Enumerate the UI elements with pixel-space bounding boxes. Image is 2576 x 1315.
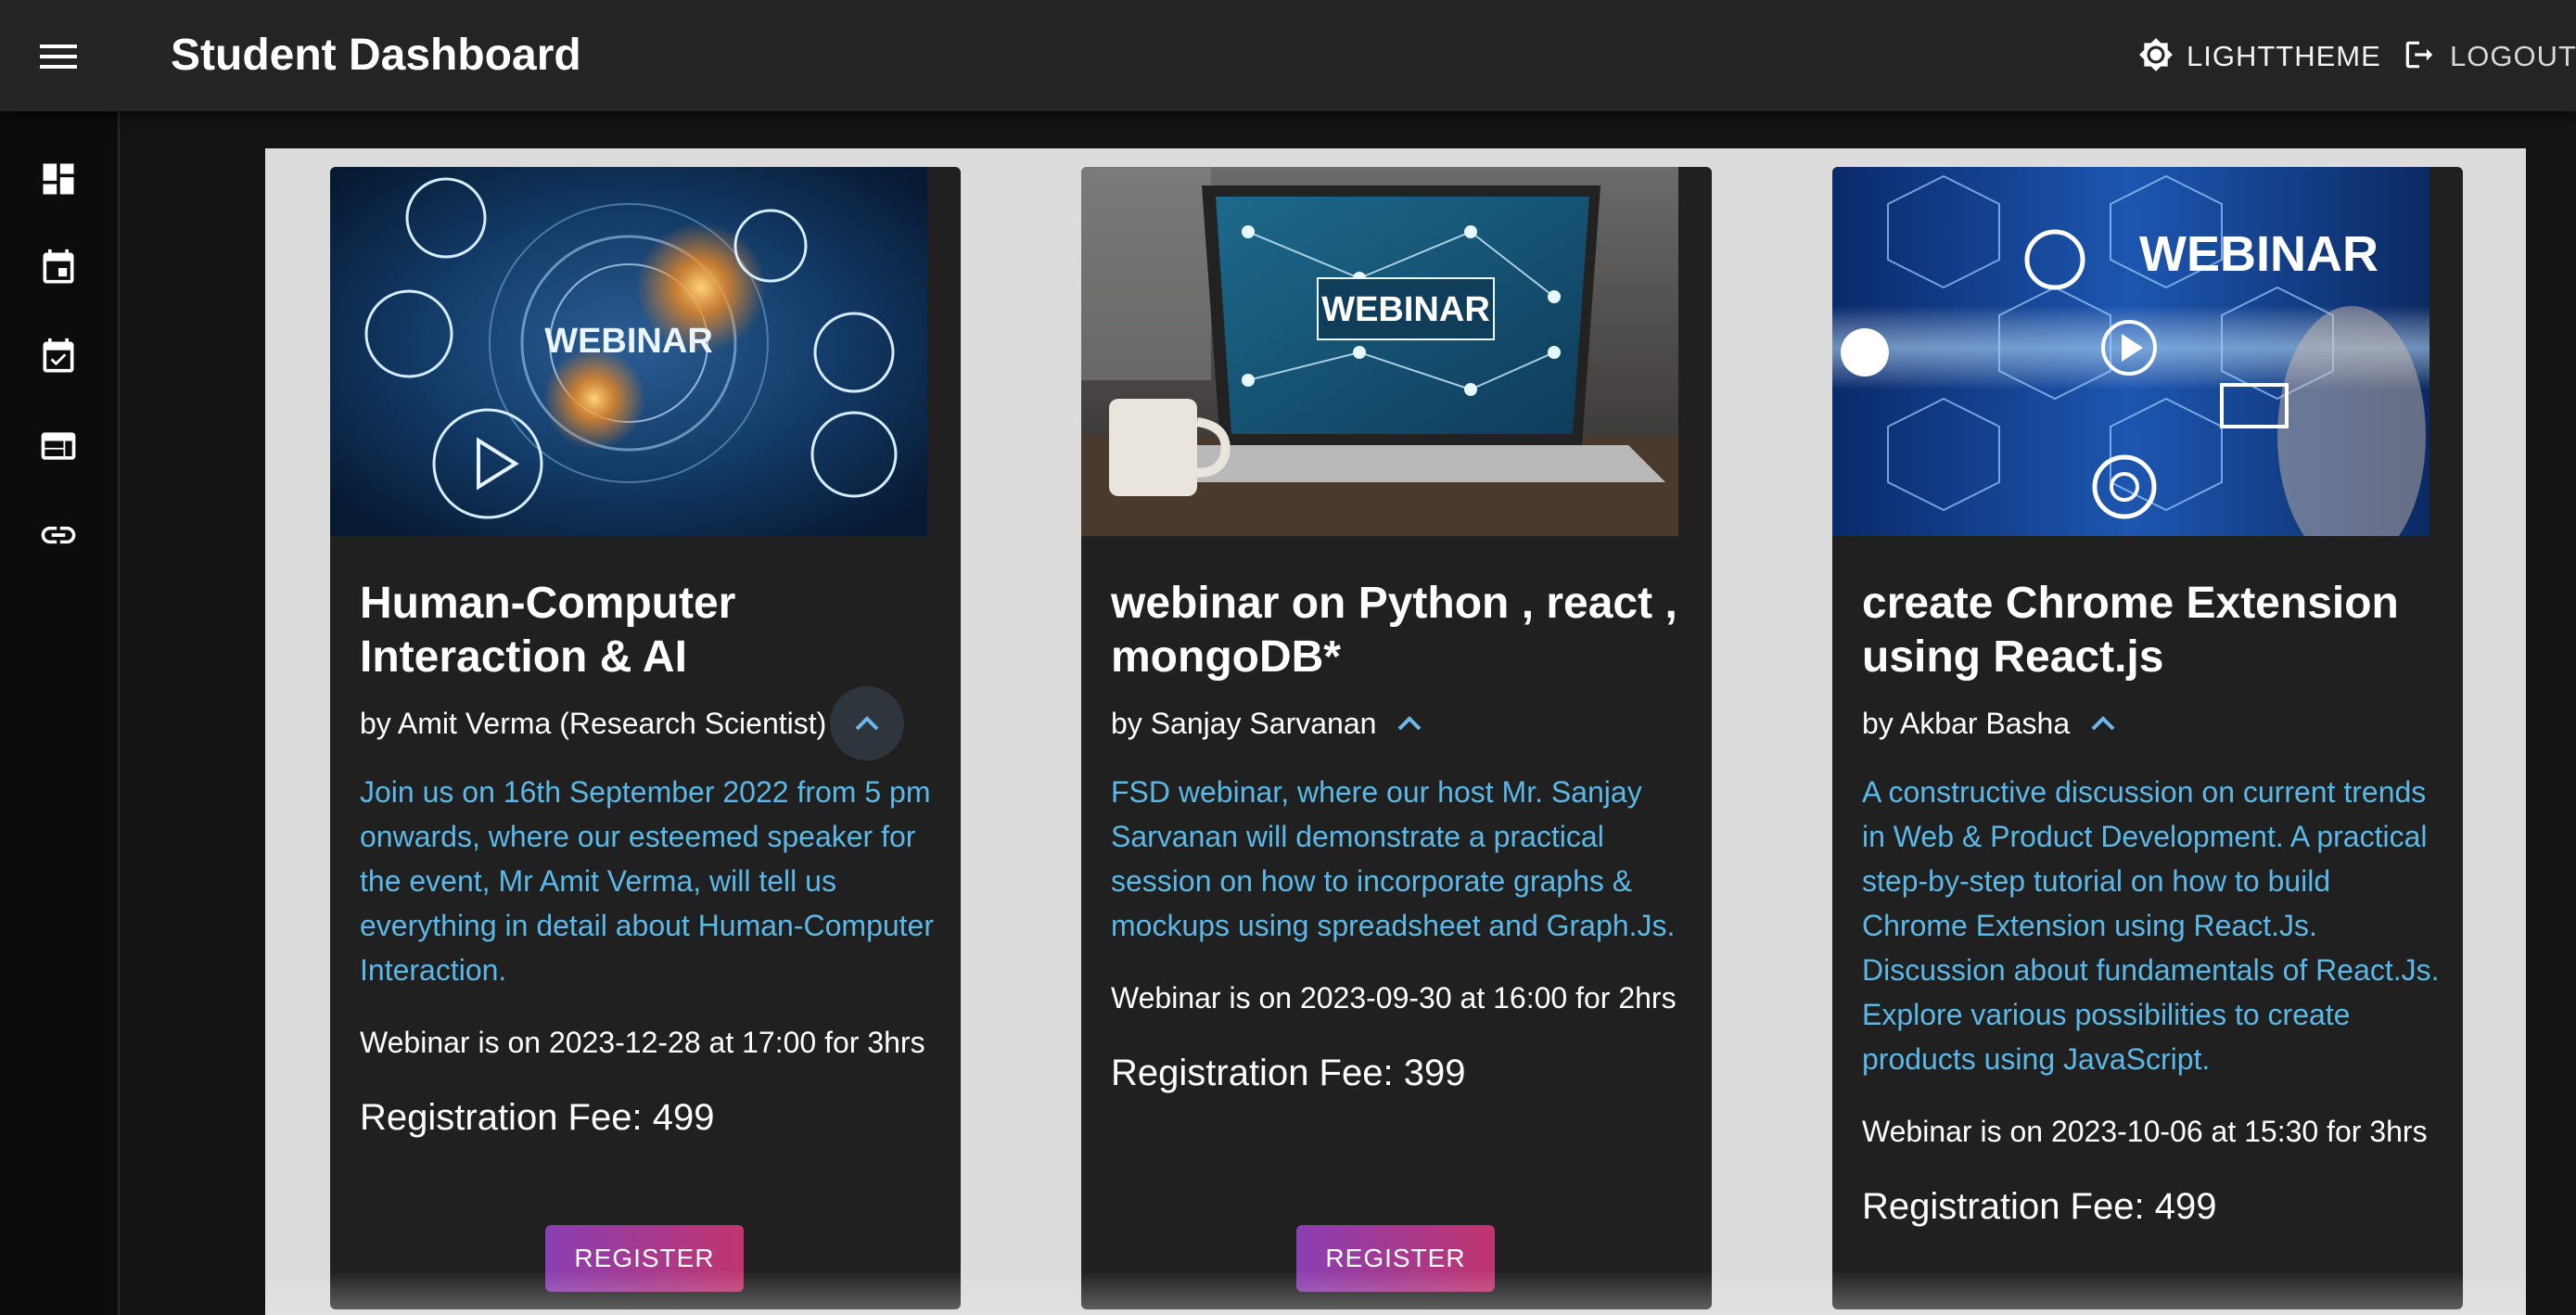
card-title: webinar on Python , react , mongoDB* bbox=[1111, 579, 1677, 682]
expand-less-icon[interactable] bbox=[830, 686, 905, 760]
card-title: Human-Computer Interaction & AI bbox=[360, 579, 736, 682]
card-author: by Amit Verma (Research Scientist) bbox=[360, 707, 827, 740]
theme-toggle-label: LIGHTTHEME bbox=[2187, 40, 2381, 72]
card-content: Human-Computer Interaction & AI by Amit … bbox=[360, 577, 939, 1141]
web-layout-icon bbox=[38, 426, 79, 471]
calendar-icon bbox=[38, 248, 79, 293]
link-icon bbox=[38, 515, 79, 560]
brightness-icon bbox=[2138, 37, 2174, 77]
app-bar: Student Dashboard LIGHTTHEME LOGOUT bbox=[0, 0, 2576, 111]
card-byline: by Akbar Basha bbox=[1862, 697, 2442, 749]
sidebar-item-events[interactable] bbox=[32, 332, 85, 386]
webinar-image: WEBINAR bbox=[1832, 167, 2429, 536]
sidebar-item-links[interactable] bbox=[32, 510, 85, 564]
card-content: create Chrome Extension using React.js b… bbox=[1862, 577, 2442, 1230]
card-author: by Akbar Basha bbox=[1862, 707, 2071, 740]
webinar-card: WEBINAR Human-Computer Interaction & AI … bbox=[330, 167, 961, 1309]
card-schedule: Webinar is on 2023-09-30 at 16:00 for 2h… bbox=[1111, 981, 1677, 1015]
sidebar bbox=[0, 111, 120, 1315]
page-title: Student Dashboard bbox=[171, 31, 581, 80]
dashboard-icon bbox=[38, 159, 79, 204]
card-description: FSD webinar, where our host Mr. Sanjay S… bbox=[1111, 775, 1676, 942]
card-fee: Registration Fee: 499 bbox=[1862, 1186, 2217, 1227]
event-available-icon bbox=[38, 337, 79, 382]
sidebar-item-dashboard[interactable] bbox=[32, 154, 85, 208]
webinar-image: WEBINAR bbox=[1081, 167, 1678, 536]
sidebar-item-calendar[interactable] bbox=[32, 243, 85, 297]
card-byline: by Sanjay Sarvanan bbox=[1111, 697, 1690, 749]
card-byline: by Amit Verma (Research Scientist) bbox=[360, 686, 939, 760]
expand-less-icon[interactable] bbox=[2077, 697, 2129, 749]
register-button[interactable]: REGISTER bbox=[545, 1225, 744, 1292]
content-panel: WEBINAR Human-Computer Interaction & AI … bbox=[265, 148, 2526, 1315]
card-fee: Registration Fee: 499 bbox=[360, 1097, 715, 1138]
webinar-image-text: WEBINAR bbox=[544, 322, 713, 361]
sidebar-item-web[interactable] bbox=[32, 421, 85, 475]
card-content: webinar on Python , react , mongoDB* by … bbox=[1111, 577, 1690, 1096]
card-description: Join us on 16th September 2022 from 5 pm… bbox=[360, 775, 934, 987]
expand-less-icon[interactable] bbox=[1384, 697, 1435, 749]
webinar-card: WEBINAR create Chrome Extension using Re… bbox=[1832, 167, 2463, 1309]
webinar-image-text: WEBINAR bbox=[2139, 226, 2378, 282]
webinar-image-text: WEBINAR bbox=[1321, 290, 1490, 329]
card-title: create Chrome Extension using React.js bbox=[1862, 579, 2399, 682]
card-fee: Registration Fee: 399 bbox=[1111, 1053, 1466, 1093]
webinar-card: WEBINAR webinar on Python , react , mong… bbox=[1081, 167, 1712, 1309]
logout-button[interactable]: LOGOUT bbox=[2402, 35, 2576, 78]
logout-icon bbox=[2402, 37, 2437, 77]
logout-label: LOGOUT bbox=[2450, 40, 2576, 72]
card-schedule: Webinar is on 2023-10-06 at 15:30 for 3h… bbox=[1862, 1115, 2428, 1148]
menu-icon[interactable] bbox=[32, 32, 85, 82]
webinar-image: WEBINAR bbox=[330, 167, 927, 536]
card-description: A constructive discussion on current tre… bbox=[1862, 775, 2440, 1076]
theme-toggle-button[interactable]: LIGHTTHEME bbox=[2138, 35, 2381, 78]
register-button[interactable]: REGISTER bbox=[1296, 1225, 1495, 1292]
card-schedule: Webinar is on 2023-12-28 at 17:00 for 3h… bbox=[360, 1026, 925, 1059]
card-author: by Sanjay Sarvanan bbox=[1111, 707, 1377, 740]
